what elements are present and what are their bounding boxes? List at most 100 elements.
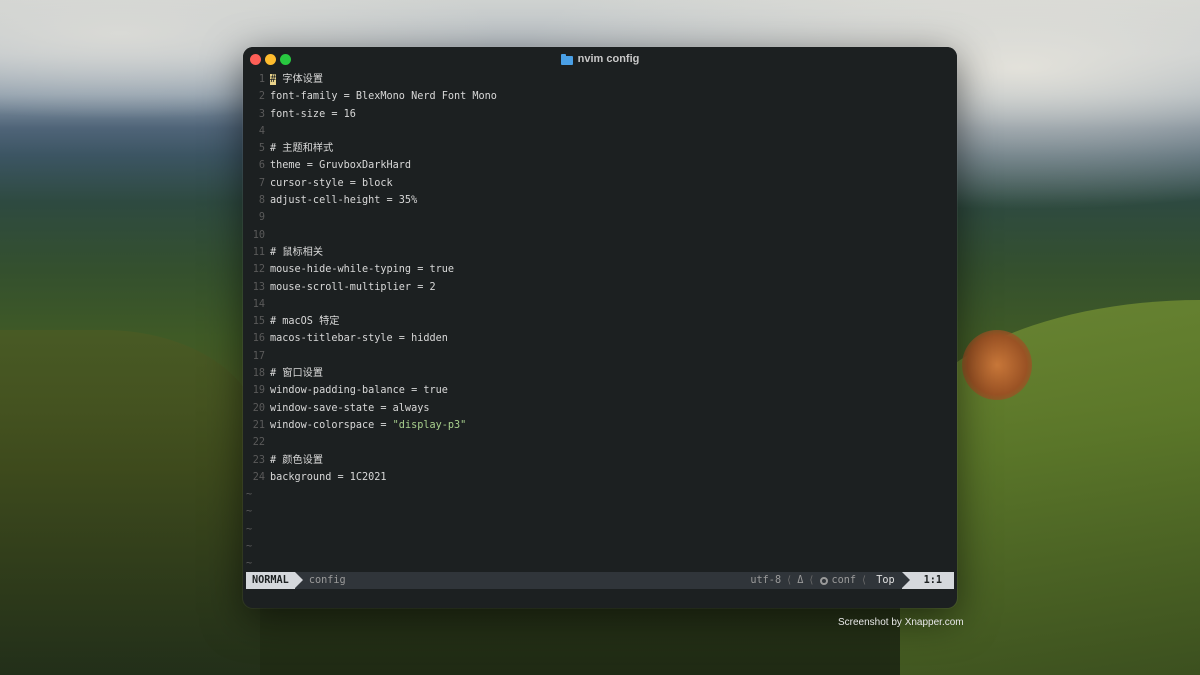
line-content: background = 1C2021 xyxy=(270,471,387,483)
close-button[interactable] xyxy=(250,54,261,65)
line-number: 11 xyxy=(252,246,265,258)
status-separator: ⟨ xyxy=(786,575,793,586)
status-filename: config xyxy=(308,575,346,586)
line-text: # macOS 特定 xyxy=(270,313,339,330)
line-number: 13 xyxy=(252,281,265,293)
maximize-button[interactable] xyxy=(280,54,291,65)
line-text: # 主题和样式 xyxy=(270,140,333,157)
editor-line[interactable]: 24 background = 1C2021 xyxy=(243,469,957,486)
editor-line[interactable]: 14 xyxy=(243,296,957,313)
line-content: adjust-cell-height = 35% xyxy=(270,195,418,207)
line-number: 18 xyxy=(252,368,265,380)
line-number: 21 xyxy=(252,419,265,431)
line-content: window-padding-balance = true xyxy=(270,385,448,397)
editor-line[interactable]: 9 xyxy=(243,209,957,226)
editor-line[interactable]: 1 # 字体设置 xyxy=(243,71,957,88)
line-number: 9 xyxy=(258,212,265,224)
line-number: 23 xyxy=(252,454,265,466)
status-line: NORMAL config utf-8 ⟨ Δ ⟨ conf ⟨ Top 1:1 xyxy=(246,572,954,589)
line-text: # 颜色设置 xyxy=(270,452,323,469)
terminal-window[interactable]: nvim config 1 # 字体设置 2 font-family = BlexMo… xyxy=(243,47,957,608)
status-right-group: utf-8 ⟨ Δ ⟨ conf ⟨ Top 1:1 xyxy=(750,572,954,589)
wallpaper-hills-left xyxy=(0,330,260,675)
editor-line[interactable]: 23 # 颜色设置 xyxy=(243,452,957,469)
status-cursor-position: 1:1 xyxy=(901,572,954,589)
editor-line[interactable]: 18 # 窗口设置 xyxy=(243,365,957,382)
status-separator: ⟨ xyxy=(808,575,815,586)
line-number: 16 xyxy=(252,333,265,345)
editor-buffer[interactable]: 1 # 字体设置 2 font-family = BlexMono Nerd Font… xyxy=(243,71,957,573)
line-content: # macOS 特定 xyxy=(270,316,340,328)
status-scroll: Top xyxy=(872,575,902,586)
line-content: cursor-style = block xyxy=(270,177,393,189)
line-number: 19 xyxy=(252,385,265,397)
line-number: 1 xyxy=(258,74,265,85)
minimize-button[interactable] xyxy=(265,54,276,65)
editor-line[interactable]: 13 mouse-scroll-multiplier = 2 xyxy=(243,279,957,296)
editor-line[interactable]: 8 adjust-cell-height = 35% xyxy=(243,192,957,209)
line-content: font-size = 16 xyxy=(270,108,356,120)
editor-line[interactable]: 4 xyxy=(243,123,957,140)
line-content: mouse-hide-while-typing = true xyxy=(270,264,455,276)
line-content: macos-titlebar-style = hidden xyxy=(270,333,448,345)
editor-line[interactable]: 16 macos-titlebar-style = hidden xyxy=(243,330,957,347)
empty-line-tilde: ~ xyxy=(246,506,253,518)
line-text: font-size = 16 xyxy=(270,106,356,123)
empty-line-tilde: ~ xyxy=(246,523,253,535)
status-separator: ⟨ xyxy=(861,575,868,586)
line-text: # 字体设置 xyxy=(270,71,323,88)
editor-line[interactable]: 20 window-save-state = always xyxy=(243,400,957,417)
empty-line-tilde: ~ xyxy=(246,541,253,553)
line-text: # 窗口设置 xyxy=(270,365,323,382)
line-number: 14 xyxy=(252,298,265,310)
editor-line[interactable]: 11 # 鼠标相关 xyxy=(243,244,957,261)
line-content: font-family = BlexMono Nerd Font Mono xyxy=(270,91,497,103)
line-number: 5 xyxy=(258,143,265,155)
editor-line[interactable]: 3 font-size = 16 xyxy=(243,106,957,123)
status-delta: Δ xyxy=(797,575,804,586)
line-number: 12 xyxy=(252,264,265,276)
line-number: 6 xyxy=(258,160,265,172)
window-title-group: nvim config xyxy=(560,53,639,65)
editor-line[interactable]: 21 window-colorspace = "display-p3" xyxy=(243,417,957,434)
line-text: background = 1C2021 xyxy=(270,469,387,486)
editor-line[interactable]: 15 # macOS 特定 xyxy=(243,313,957,330)
line-number: 22 xyxy=(252,437,265,449)
editor-line[interactable]: 5 # 主题和样式 xyxy=(243,140,957,157)
line-number: 2 xyxy=(258,91,265,103)
editor-line[interactable]: 10 xyxy=(243,227,957,244)
folder-icon xyxy=(560,53,573,65)
line-number: 4 xyxy=(258,125,265,137)
line-content: window-colorspace = xyxy=(270,419,393,431)
editor-line[interactable]: 17 xyxy=(243,348,957,365)
line-number: 15 xyxy=(252,316,265,328)
line-content: # 鼠标相关 xyxy=(270,246,324,258)
line-text: adjust-cell-height = 35% xyxy=(270,192,417,209)
line-text: mouse-scroll-multiplier = 2 xyxy=(270,279,436,296)
line-content: # 主题和样式 xyxy=(270,143,334,155)
line-number: 3 xyxy=(258,108,265,120)
line-content: theme = GruvboxDarkHard xyxy=(270,160,412,172)
line-content: window-save-state = always xyxy=(270,402,430,414)
string-literal: "display-p3" xyxy=(392,419,467,431)
editor-line[interactable]: 6 theme = GruvboxDarkHard xyxy=(243,157,957,174)
editor-line[interactable]: 19 window-padding-balance = true xyxy=(243,382,957,399)
gear-icon xyxy=(819,576,828,585)
editor-line[interactable]: 2 font-family = BlexMono Nerd Font Mono xyxy=(243,88,957,105)
editor-line[interactable]: 22 xyxy=(243,434,957,451)
line-text: cursor-style = block xyxy=(270,175,393,192)
editor-line[interactable]: 12 mouse-hide-while-typing = true xyxy=(243,261,957,278)
line-text: window-padding-balance = true xyxy=(270,382,448,399)
line-number: 7 xyxy=(258,177,265,189)
editor-line[interactable]: 7 cursor-style = block xyxy=(243,175,957,192)
status-encoding: utf-8 xyxy=(750,575,782,586)
status-filetype: conf xyxy=(831,575,857,586)
line-text: # 鼠标相关 xyxy=(270,244,323,261)
line-text: font-family = BlexMono Nerd Font Mono xyxy=(270,88,497,105)
line-content: mouse-scroll-multiplier = 2 xyxy=(270,281,436,293)
window-titlebar[interactable]: nvim config xyxy=(243,47,957,71)
line-number: 17 xyxy=(252,350,265,362)
watermark: Screenshot by Xnapper.com xyxy=(838,617,964,628)
line-text: window-save-state = always xyxy=(270,400,429,417)
line-text: window-colorspace = "display-p3" xyxy=(270,417,466,434)
